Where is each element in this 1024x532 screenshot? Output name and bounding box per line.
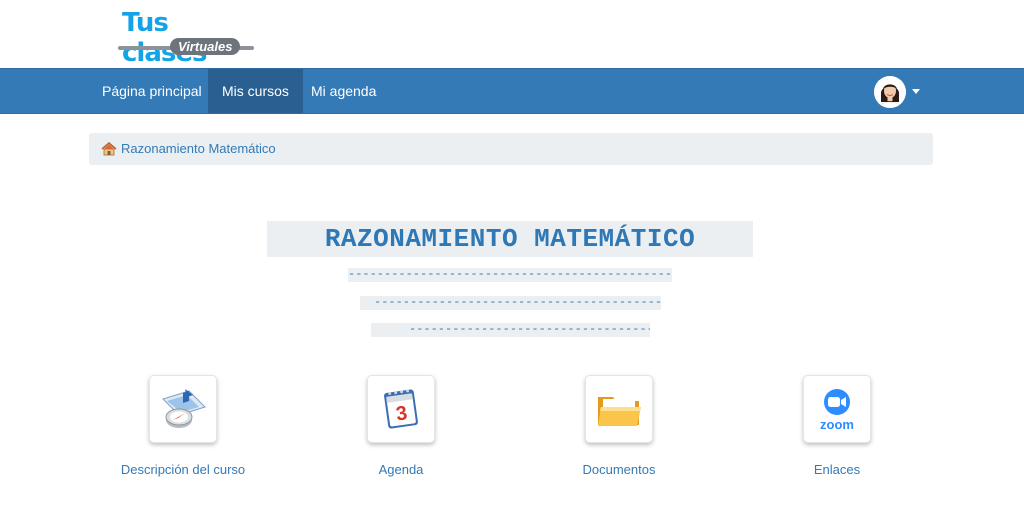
home-icon[interactable] xyxy=(101,141,117,157)
decorative-dash-line-2: ---------------------------------------- xyxy=(360,296,661,310)
breadcrumb: Razonamiento Matemático xyxy=(89,133,933,165)
tool-agenda[interactable]: 3 Agenda xyxy=(316,375,486,485)
tool-label[interactable]: Descripción del curso xyxy=(98,462,268,477)
folder-icon xyxy=(598,397,641,426)
breadcrumb-course-link[interactable]: Razonamiento Matemático xyxy=(121,133,276,165)
tool-label[interactable]: Agenda xyxy=(316,462,486,477)
tool-icon-box[interactable] xyxy=(585,375,653,443)
user-menu-caret-icon[interactable] xyxy=(912,89,920,94)
tool-label[interactable]: Enlaces xyxy=(752,462,922,477)
tool-icon-box[interactable]: zoom xyxy=(803,375,871,443)
zoom-wordmark: zoom xyxy=(820,417,854,432)
decorative-dash-line-1: ----------------------------------------… xyxy=(348,268,672,282)
zoom-icon: zoom xyxy=(820,389,854,432)
calendar-icon: 3 xyxy=(384,389,418,429)
compass-icon xyxy=(162,389,206,428)
tool-icon-box[interactable]: 3 xyxy=(367,375,435,443)
main-navbar: Página principal Mis cursos Mi agenda xyxy=(0,68,1024,114)
site-logo[interactable]: Tus clases Virtuales xyxy=(118,8,258,68)
nav-item-my-courses[interactable]: Mis cursos xyxy=(208,69,303,113)
nav-item-my-agenda[interactable]: Mi agenda xyxy=(297,69,390,113)
tool-course-description[interactable]: Descripción del curso xyxy=(98,375,268,485)
tool-links[interactable]: zoom Enlaces xyxy=(752,375,922,485)
tool-documents[interactable]: Documentos xyxy=(534,375,704,485)
nav-item-home[interactable]: Página principal xyxy=(88,69,216,113)
logo-text-bottom: Virtuales xyxy=(170,38,241,55)
user-avatar[interactable] xyxy=(874,76,906,108)
user-avatar-icon xyxy=(874,76,906,108)
decorative-dash-line-3: ------------------------------------ xyxy=(371,323,650,337)
tool-icon-box[interactable] xyxy=(149,375,217,443)
tool-label[interactable]: Documentos xyxy=(534,462,704,477)
course-title: RAZONAMIENTO MATEMÁTICO xyxy=(267,221,753,257)
